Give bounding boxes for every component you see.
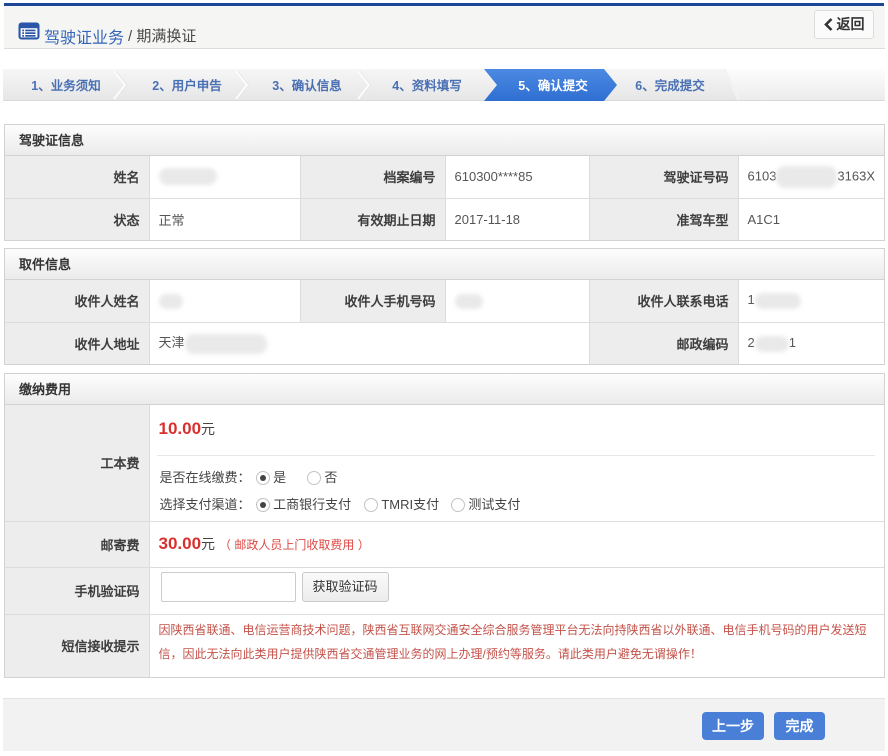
svg-text:4、资料填写: 4、资料填写 <box>392 78 461 93</box>
svg-text:6、完成提交: 6、完成提交 <box>635 78 705 93</box>
svg-text:1、业务须知: 1、业务须知 <box>31 78 100 93</box>
svg-text:3、确认信息: 3、确认信息 <box>272 78 342 93</box>
svg-text:2、用户申告: 2、用户申告 <box>152 78 222 93</box>
svg-text:5、确认提交: 5、确认提交 <box>518 78 588 93</box>
